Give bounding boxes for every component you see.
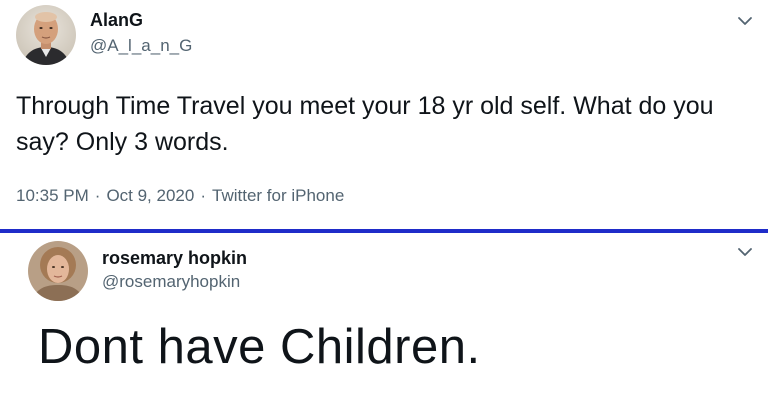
user-handle[interactable]: @A_l_a_n_G bbox=[90, 36, 192, 56]
chevron-down-icon[interactable] bbox=[734, 10, 756, 32]
display-name[interactable]: rosemary hopkin bbox=[102, 248, 247, 269]
avatar[interactable] bbox=[16, 5, 76, 65]
tweet-text: Through Time Travel you meet your 18 yr … bbox=[16, 92, 714, 156]
meta-separator: · bbox=[94, 186, 101, 205]
tweet-time[interactable]: 10:35 PM bbox=[16, 186, 89, 205]
user-handle[interactable]: @rosemaryhopkin bbox=[102, 272, 240, 292]
tweet-text: Dont have Children. bbox=[38, 320, 481, 374]
tweet-date[interactable]: Oct 9, 2020 bbox=[106, 186, 194, 205]
tweet: rosemary hopkin @rosemaryhopkin Dont hav… bbox=[0, 233, 768, 402]
avatar[interactable] bbox=[28, 241, 88, 301]
tweet: AlanG @A_l_a_n_G Through Time Travel you… bbox=[0, 0, 768, 229]
tweet-meta: 10:35 PM · Oct 9, 2020 · Twitter for iPhone bbox=[16, 186, 344, 206]
meta-separator: · bbox=[200, 186, 206, 205]
tweet-source[interactable]: Twitter for iPhone bbox=[212, 186, 344, 205]
chevron-down-icon[interactable] bbox=[734, 241, 756, 263]
display-name[interactable]: AlanG bbox=[90, 10, 143, 31]
